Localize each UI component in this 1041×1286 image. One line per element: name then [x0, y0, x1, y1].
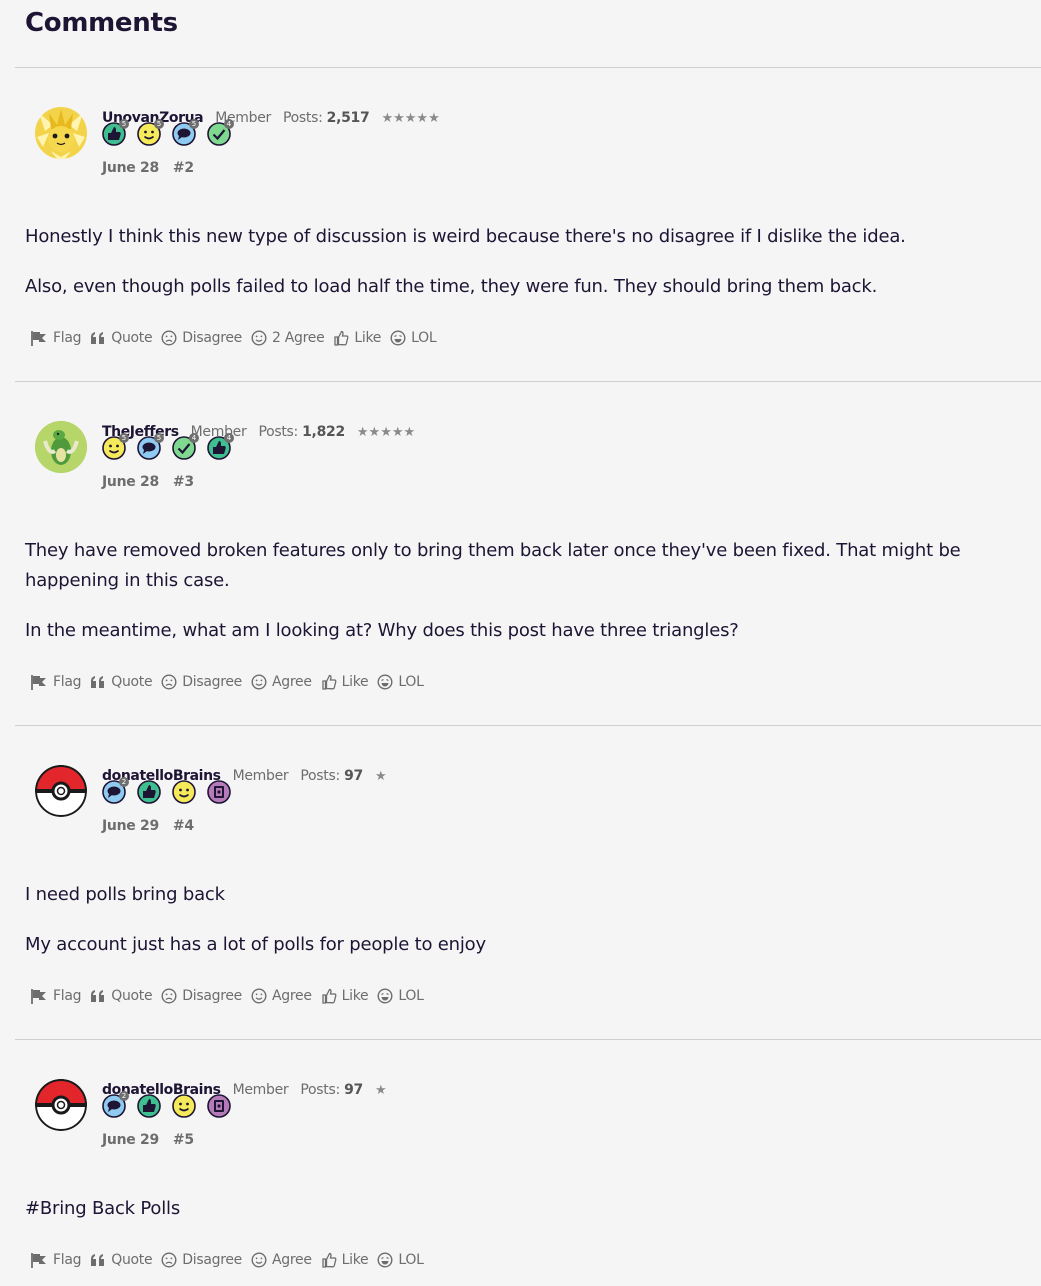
divider [15, 1039, 1041, 1040]
post-dateline: June 28 #3 [102, 474, 194, 490]
agree-button[interactable]: 2 Agree [251, 330, 325, 346]
post-date[interactable]: June 28 [102, 474, 159, 490]
user-role: Member [232, 1082, 289, 1098]
comment-paragraph: My account just has a lot of polls for p… [25, 934, 486, 955]
comment-badge-icon[interactable]: 2 [102, 777, 129, 804]
comment-paragraph: They have removed broken features only t… [25, 540, 961, 591]
thumbs-up-badge-icon[interactable] [137, 1094, 161, 1118]
disagree-button[interactable]: Disagree [161, 988, 242, 1004]
avatar[interactable] [35, 107, 87, 159]
disagree-button[interactable]: Disagree [161, 1252, 242, 1268]
avatar[interactable] [35, 421, 87, 473]
comment-badge-icon[interactable]: 5 [172, 119, 199, 146]
comment-badge-icon[interactable]: 5 [137, 433, 164, 460]
thumbs-up-badge-icon[interactable]: 4 [207, 433, 234, 460]
disagree-button[interactable]: Disagree [161, 674, 242, 690]
divider [15, 725, 1041, 726]
agree-button[interactable]: Agree [251, 988, 312, 1004]
post-count: Posts: 1,822 [258, 424, 345, 440]
smiley-badge-icon[interactable] [172, 1094, 196, 1118]
lol-button[interactable]: LOL [390, 330, 437, 346]
badge-row: 5 5 4 4 [102, 433, 234, 460]
like-button[interactable]: Like [321, 1252, 369, 1268]
flag-button[interactable]: Flag [30, 988, 82, 1004]
quote-button[interactable]: Quote [90, 330, 153, 346]
divider [15, 381, 1041, 382]
agree-button[interactable]: Agree [251, 674, 312, 690]
thumbs-up-badge-icon[interactable]: 5 [102, 119, 129, 146]
post-number[interactable]: #5 [173, 1132, 194, 1148]
post-date[interactable]: June 28 [102, 160, 159, 176]
comment-paragraph: I need polls bring back [25, 884, 225, 905]
quote-button[interactable]: Quote [90, 674, 153, 690]
poll-badge-icon[interactable] [207, 1094, 231, 1118]
avatar[interactable] [35, 765, 87, 817]
like-button[interactable]: Like [321, 674, 369, 690]
reaction-bar: Flag Quote Disagree 2 Agree Like LOL [30, 330, 445, 346]
lol-button[interactable]: LOL [377, 674, 424, 690]
rank-stars: ★★★★★ [356, 425, 416, 440]
post-date[interactable]: June 29 [102, 1132, 159, 1148]
post-number[interactable]: #4 [173, 818, 194, 834]
post-count: Posts: 97 [300, 1082, 363, 1098]
comment-paragraph: In the meantime, what am I looking at? W… [25, 620, 739, 641]
thumbs-up-badge-icon[interactable] [137, 780, 161, 804]
page-title: Comments [25, 8, 178, 38]
like-button[interactable]: Like [321, 988, 369, 1004]
divider [15, 67, 1041, 68]
post-dateline: June 29 #4 [102, 818, 194, 834]
rank-stars: ★★★★★ [381, 111, 440, 126]
comment-paragraph: Honestly I think this new type of discus… [25, 226, 906, 247]
reaction-bar: Flag Quote Disagree Agree Like LOL [30, 988, 433, 1004]
post-number[interactable]: #2 [173, 160, 194, 176]
rank-stars: ★ [374, 769, 387, 784]
disagree-button[interactable]: Disagree [161, 330, 242, 346]
quote-button[interactable]: Quote [90, 988, 153, 1004]
reaction-bar: Flag Quote Disagree Agree Like LOL [30, 674, 433, 690]
check-badge-icon[interactable]: 4 [207, 119, 234, 146]
lol-button[interactable]: LOL [377, 1252, 424, 1268]
badge-row: 2 [102, 777, 231, 804]
comment-body: #Bring Back Polls [25, 1194, 1041, 1244]
comment-body: Honestly I think this new type of discus… [25, 222, 1041, 322]
flag-button[interactable]: Flag [30, 330, 82, 346]
rank-stars: ★ [374, 1083, 387, 1098]
reaction-bar: Flag Quote Disagree Agree Like LOL [30, 1252, 433, 1268]
agree-button[interactable]: Agree [251, 1252, 312, 1268]
comment-body: I need polls bring back My account just … [25, 880, 1041, 980]
quote-button[interactable]: Quote [90, 1252, 153, 1268]
poll-badge-icon[interactable] [207, 780, 231, 804]
like-button[interactable]: Like [333, 330, 381, 346]
user-role: Member [232, 768, 289, 784]
flag-button[interactable]: Flag [30, 1252, 82, 1268]
check-badge-icon[interactable]: 4 [172, 433, 199, 460]
comment-paragraph: Also, even though polls failed to load h… [25, 276, 878, 297]
comment-badge-icon[interactable]: 2 [102, 1091, 129, 1118]
avatar[interactable] [35, 1079, 87, 1131]
comment-body: They have removed broken features only t… [25, 536, 1041, 666]
badge-row: 5 5 5 4 [102, 119, 234, 146]
comment-paragraph: #Bring Back Polls [25, 1198, 181, 1219]
post-number[interactable]: #3 [173, 474, 194, 490]
smiley-badge-icon[interactable] [172, 780, 196, 804]
lol-button[interactable]: LOL [377, 988, 424, 1004]
flag-button[interactable]: Flag [30, 674, 82, 690]
post-count: Posts: 97 [300, 768, 363, 784]
post-dateline: June 28 #2 [102, 160, 194, 176]
post-dateline: June 29 #5 [102, 1132, 194, 1148]
smiley-badge-icon[interactable]: 5 [102, 433, 129, 460]
post-count: Posts: 2,517 [282, 110, 370, 126]
post-date[interactable]: June 29 [102, 818, 159, 834]
smiley-badge-icon[interactable]: 5 [137, 119, 164, 146]
badge-row: 2 [102, 1091, 231, 1118]
